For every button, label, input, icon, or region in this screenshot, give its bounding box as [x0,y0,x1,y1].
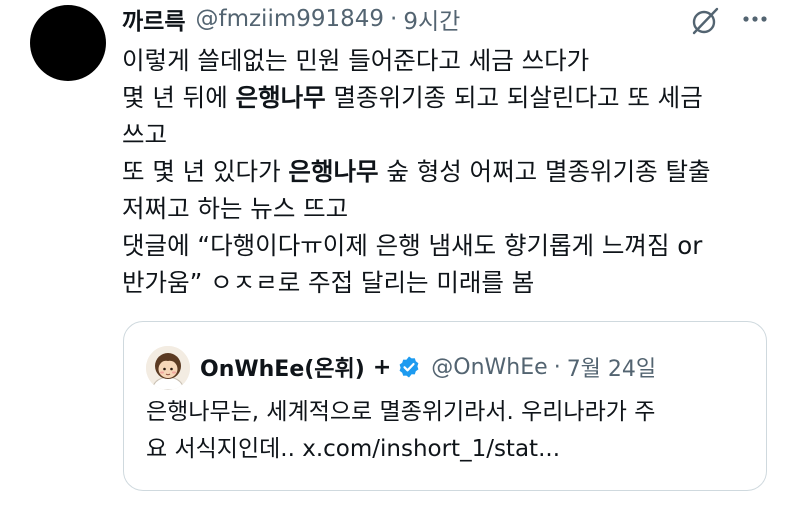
tweet-text-line: 쓰고 [122,116,762,153]
tweet-text-line: 반가움” ㅇㅈㄹ로 주접 달리는 미래를 봄 [122,264,762,301]
quoted-author-avatar [146,346,190,390]
text-run: 몇 년 뒤에 [122,83,236,112]
tweet-text-line: 또 몇 년 있다가 은행나무 숲 형성 어쩌고 멸종위기종 탈출 [122,153,762,190]
author-handle[interactable]: @fmziim991849 [195,6,384,32]
tweet-header: 까르륵 @fmziim991849 · 9시간 [122,2,460,36]
tweet-text-line: 몇 년 뒤에 은행나무 멸종위기종 되고 되살린다고 또 세금 [122,79,762,116]
text-run: 댓글에 “다행이다ㅠ이제 은행 냄새도 향기롭게 느껴짐 or [122,231,703,260]
bold-keyword: 은행나무 [235,83,326,112]
quoted-text-line: 요 서식지인데.. x.com/inshort_1/stat... [146,436,560,462]
quoted-tweet-time[interactable]: 7월 24일 [567,351,656,383]
quoted-separator-dot: · [553,354,561,380]
tweet-text: 이렇게 쓸데없는 민원 들어준다고 세금 쓰다가몇 년 뒤에 은행나무 멸종위기… [122,42,762,301]
tweet-text-line: 이렇게 쓸데없는 민원 들어준다고 세금 쓰다가 [122,42,762,79]
quoted-text-line: 은행나무는, 세계적으로 멸종위기라서. 우리나라가 주 [146,399,656,425]
verified-badge-icon [399,356,419,378]
quoted-author-plus: + [372,354,392,380]
grok-icon[interactable] [690,6,720,36]
separator-dot: · [390,6,398,32]
text-run: 반가움” ㅇㅈㄹ로 주접 달리는 미래를 봄 [122,268,535,297]
text-run: 이렇게 쓸데없는 민원 들어준다고 세금 쓰다가 [122,46,590,75]
more-icon[interactable] [740,6,770,32]
bold-keyword: 은행나무 [288,157,379,186]
author-name[interactable]: 까르륵 [122,2,185,36]
quoted-author-name[interactable]: OnWhEe(온휘) [200,351,365,383]
text-run: 쓰고 [122,120,168,149]
quoted-tweet-text: 은행나무는, 세계적으로 멸종위기라서. 우리나라가 주 요 서식지인데.. x… [146,394,746,468]
tweet-text-line: 댓글에 “다행이다ㅠ이제 은행 냄새도 향기롭게 느껴짐 or [122,227,762,264]
quoted-author-handle[interactable]: @OnWhEe [431,355,547,380]
cartoon-avatar-icon [146,346,190,390]
author-avatar[interactable] [30,5,106,81]
text-run: 숲 형성 어쩌고 멸종위기종 탈출 [378,157,711,186]
tweet-time[interactable]: 9시간 [403,2,460,36]
text-run: 저쩌고 하는 뉴스 뜨고 [122,194,349,223]
quoted-tweet-header: OnWhEe(온휘) + @OnWhEe · 7월 24일 [200,350,656,384]
text-run: 또 몇 년 있다가 [122,157,289,186]
quoted-tweet-card[interactable]: OnWhEe(온휘) + @OnWhEe · 7월 24일 은행나무는, 세계적… [123,321,767,491]
tweet-text-line: 저쩌고 하는 뉴스 뜨고 [122,190,762,227]
text-run: 멸종위기종 되고 되살린다고 또 세금 [325,83,703,112]
